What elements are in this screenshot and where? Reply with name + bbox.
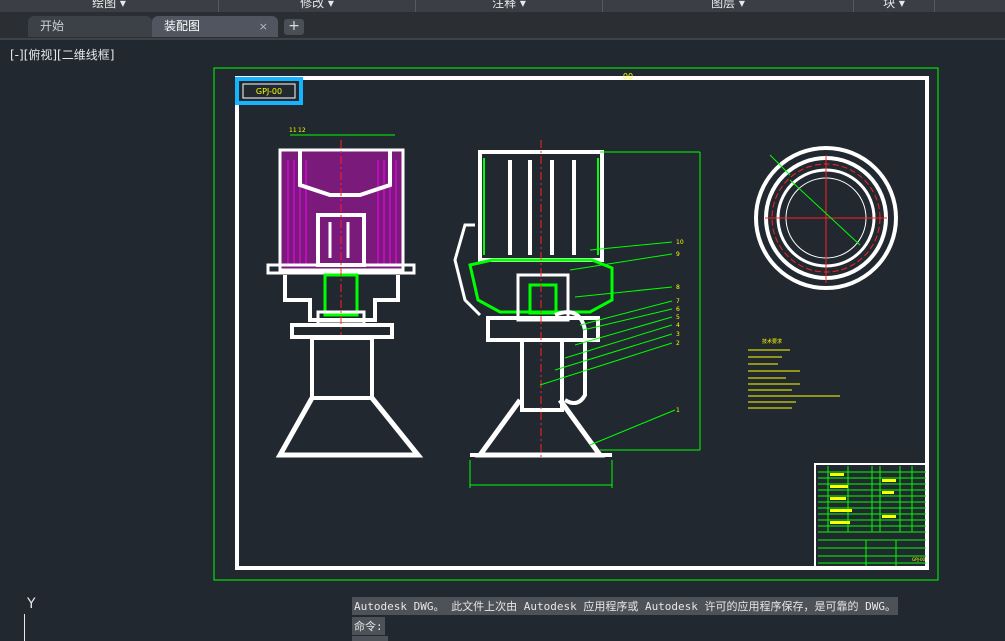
part-label-3: 3 bbox=[676, 331, 680, 338]
part-label-5: 5 bbox=[676, 314, 680, 321]
part-label-12: 12 bbox=[298, 127, 306, 134]
command-input[interactable] bbox=[352, 636, 388, 641]
part-label-7: 7 bbox=[676, 298, 680, 305]
left-section-view: 11 12 bbox=[266, 127, 424, 458]
middle-section-view: 10 9 8 7 6 5 4 3 2 1 bbox=[453, 140, 701, 488]
command-prompt-label: 命令: bbox=[352, 617, 385, 635]
cad-drawing-canvas[interactable]: 00 GPJ-00 11 12 10 9 8 7 6 5 4 3 2 1 技术要… bbox=[0, 0, 1005, 641]
title-block-code: GPJ-00 bbox=[912, 557, 926, 562]
technical-requirements: 技术要求 bbox=[748, 338, 840, 409]
part-label-2: 2 bbox=[676, 340, 680, 347]
command-history-message: Autodesk DWG。 此文件上次由 Autodesk 应用程序或 Auto… bbox=[352, 597, 899, 615]
part-label-8: 8 bbox=[676, 284, 680, 291]
part-label-10: 10 bbox=[676, 239, 684, 246]
right-circular-view bbox=[754, 146, 898, 290]
tech-req-title: 技术要求 bbox=[762, 338, 782, 345]
part-label-9: 9 bbox=[676, 251, 680, 258]
part-label-6: 6 bbox=[676, 306, 680, 313]
part-label-11: 11 bbox=[289, 127, 297, 134]
part-label-4: 4 bbox=[676, 322, 680, 329]
title-block: GPJ-00 bbox=[814, 463, 928, 569]
selected-block-text: GPJ-00 bbox=[256, 87, 282, 96]
frame-top-label: 00 bbox=[623, 72, 633, 81]
ucs-y-axis-line bbox=[24, 614, 25, 641]
part-label-1: 1 bbox=[676, 407, 680, 414]
ucs-y-axis-label: Y bbox=[27, 596, 36, 612]
